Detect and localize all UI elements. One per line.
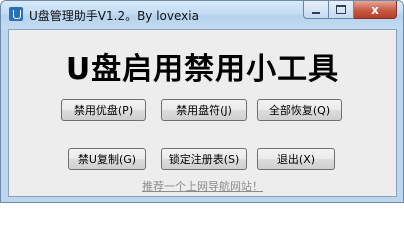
disable-drive-letter-button[interactable]: 禁用盘符(J) [161, 99, 247, 121]
client-area: U盘启用禁用小工具 禁用优盘(P) 禁用盘符(J) 全部恢复(Q) 禁U复制(G… [8, 29, 397, 197]
exit-label: 退出(X) [276, 153, 316, 166]
minimize-button[interactable] [303, 1, 329, 19]
minimize-icon [312, 11, 320, 14]
close-button[interactable]: x [354, 1, 397, 19]
maximize-icon [336, 5, 346, 14]
restore-all-label: 全部恢复(Q) [268, 104, 331, 117]
lock-registry-button[interactable]: 锁定注册表(S) [161, 148, 247, 170]
navigation-site-link[interactable]: 推荐一个上网导航网站！ [9, 178, 396, 194]
maximize-button[interactable] [329, 1, 354, 19]
window-title: U盘管理助手V1.2。By lovexia [29, 9, 199, 23]
exit-button[interactable]: 退出(X) [257, 148, 335, 170]
window-controls: x [303, 1, 397, 20]
title-bar[interactable]: U盘管理助手V1.2。By lovexia x [1, 1, 403, 29]
lock-registry-label: 锁定注册表(S) [168, 153, 240, 166]
disable-drive-letter-label: 禁用盘符(J) [176, 104, 232, 117]
app-heading: U盘启用禁用小工具 [65, 52, 340, 87]
disable-u-copy-button[interactable]: 禁U复制(G) [68, 148, 146, 170]
disable-usb-button[interactable]: 禁用优盘(P) [61, 99, 146, 121]
usb-app-icon [9, 7, 23, 21]
disable-u-copy-label: 禁U复制(G) [77, 153, 137, 166]
restore-all-button[interactable]: 全部恢复(Q) [257, 99, 342, 121]
close-icon: x [371, 2, 379, 17]
app-window: U盘管理助手V1.2。By lovexia x U盘启用禁用小工具 禁用优盘(P… [0, 0, 404, 203]
disable-usb-label: 禁用优盘(P) [73, 104, 134, 117]
